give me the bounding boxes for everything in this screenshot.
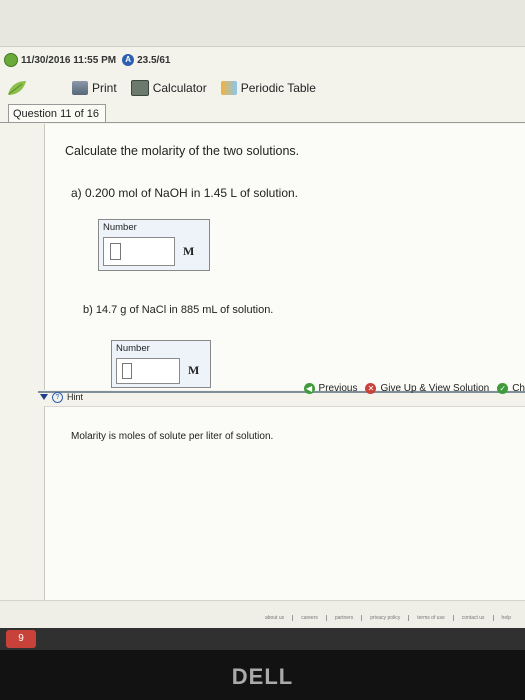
hint-pane: Molarity is moles of solute per liter of…	[44, 406, 525, 601]
calculator-label: Calculator	[152, 81, 207, 95]
question-tab-rule	[0, 122, 525, 123]
print-label: Print	[92, 81, 117, 95]
part-b-unit: M	[188, 363, 200, 377]
part-a-number-box: Number M	[98, 219, 210, 271]
hint-toggle[interactable]: ? Hint	[40, 390, 83, 404]
status-bar: 11/30/2016 11:55 PM A 23.5/61	[4, 52, 170, 68]
part-b-text: b) 14.7 g of NaCl in 885 mL of solution.	[83, 304, 274, 316]
check-label: Ch	[512, 383, 525, 394]
periodic-table-button[interactable]: Periodic Table	[220, 81, 316, 95]
question-tab[interactable]: Question 11 of 16	[8, 104, 106, 123]
part-a-unit: M	[183, 244, 195, 258]
footer-link-careers[interactable]: careers	[293, 615, 327, 621]
footer-link-partners[interactable]: partners	[327, 615, 363, 621]
footer-links: about us careers partners privacy policy…	[257, 615, 519, 621]
check-answer-button[interactable]: ✓ Ch	[497, 383, 525, 394]
status-score: 23.5/61	[137, 54, 171, 66]
part-b-number-box: Number M	[111, 340, 211, 388]
part-a-text: a) 0.200 mol of NaOH in 1.45 L of soluti…	[71, 186, 299, 200]
browser-top-band	[0, 0, 525, 47]
start-button[interactable]: 9	[6, 630, 36, 648]
taskbar	[0, 628, 525, 650]
hint-text: Molarity is moles of solute per liter of…	[71, 431, 274, 442]
footer-link-contact[interactable]: contact us	[454, 615, 494, 621]
printer-icon	[72, 81, 88, 95]
check-icon: ✓	[497, 383, 509, 394]
footer-link-about[interactable]: about us	[257, 615, 294, 621]
leaf-logo-icon	[8, 81, 26, 95]
hint-question-icon: ?	[52, 391, 63, 403]
part-a-input-label: Number	[103, 222, 137, 233]
print-button[interactable]: Print	[72, 81, 117, 95]
footer-link-privacy[interactable]: privacy policy	[362, 615, 410, 621]
previous-label: Previous	[318, 383, 358, 394]
part-a-number-input[interactable]	[103, 237, 175, 266]
part-a-input-cursor	[110, 243, 121, 260]
toolbar: Print Calculator Periodic Table	[0, 76, 525, 100]
score-icon: A	[122, 54, 135, 66]
calculator-button[interactable]: Calculator	[130, 80, 207, 96]
triangle-down-icon	[40, 394, 48, 400]
periodic-table-icon	[220, 81, 237, 95]
question-content: Calculate the molarity of the two soluti…	[44, 124, 525, 390]
footer-link-terms[interactable]: terms of use	[409, 615, 454, 621]
part-b-number-input[interactable]	[116, 358, 180, 384]
part-b-input-cursor	[122, 363, 132, 379]
footer-link-help[interactable]: help	[494, 615, 519, 621]
give-up-x-icon: ✕	[365, 383, 377, 394]
question-prompt: Calculate the molarity of the two soluti…	[65, 144, 300, 158]
calculator-icon	[130, 80, 149, 96]
hint-label: Hint	[67, 392, 84, 402]
clock-icon	[4, 53, 18, 67]
previous-arrow-icon: ◀	[303, 383, 315, 394]
periodic-table-label: Periodic Table	[240, 81, 316, 95]
part-b-input-label: Number	[116, 343, 150, 354]
give-up-button[interactable]: ✕ Give Up & View Solution	[365, 383, 489, 394]
status-datetime: 11/30/2016 11:55 PM	[21, 54, 117, 66]
monitor-brand-logo: DELL	[231, 664, 294, 689]
previous-button[interactable]: ◀ Previous	[303, 383, 358, 394]
give-up-label: Give Up & View Solution	[380, 383, 490, 394]
action-bar: ◀ Previous ✕ Give Up & View Solution ✓ C…	[303, 383, 525, 394]
screen: 11/30/2016 11:55 PM A 23.5/61 Print Calc…	[0, 0, 525, 641]
